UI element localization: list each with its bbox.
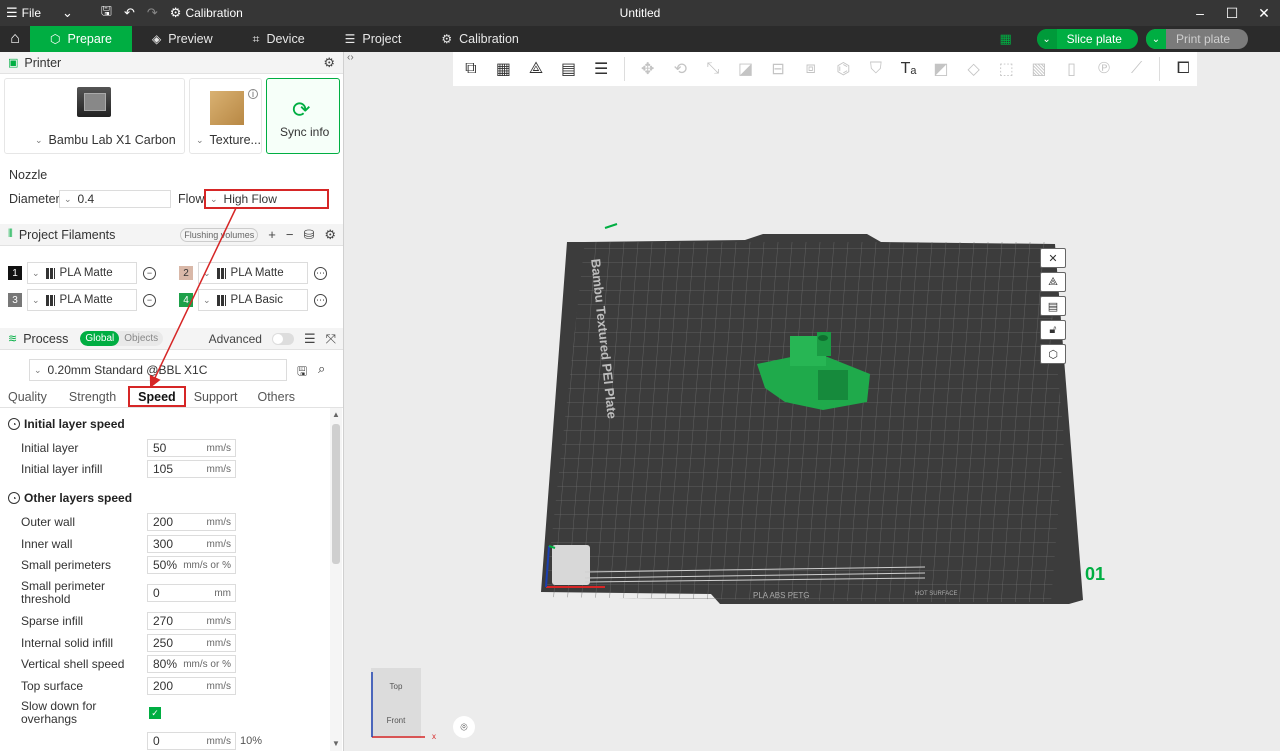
edit-marker-icon — [604, 223, 618, 229]
plate-side-tools: ✕ ⟁ ▤ 🔓︎ ⬡ — [1040, 248, 1066, 364]
plate-corner-marker — [552, 545, 590, 585]
plate-orient-icon[interactable]: ⟁ — [1040, 272, 1066, 292]
3d-viewport[interactable]: ‹› ⧉ ▦ ⟁ ▤ ☰ ✥ ⟲ ⤡ ◪ ⊟ ⧈ ⌬ ⛉ Tₐ ◩ ◇ ⬚ ▧ … — [345, 52, 1280, 751]
plate-arrange-icon[interactable]: ▤ — [1040, 296, 1066, 316]
camera-icon: ⌾ — [460, 719, 468, 734]
plate-number: 01 — [1085, 564, 1106, 584]
plate-settings-icon[interactable]: ⬡ — [1040, 344, 1066, 364]
plate-lock-icon[interactable]: 🔓︎ — [1040, 320, 1066, 340]
build-plate-scene — [541, 223, 1083, 604]
plate-footer-text: PLA ABS PETG — [753, 591, 810, 600]
plate-delete-icon[interactable]: ✕ — [1040, 248, 1066, 268]
camera-reset-button[interactable]: ⌾ — [453, 716, 475, 738]
axis-x-label: x — [432, 732, 436, 741]
plate-grid — [545, 242, 1080, 602]
view-axes — [371, 672, 425, 738]
plate-footer-warning: HOT SURFACE — [915, 591, 958, 597]
